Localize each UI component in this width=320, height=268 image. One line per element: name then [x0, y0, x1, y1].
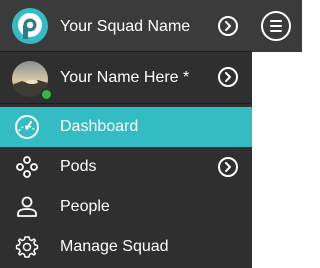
squad-switcher[interactable]: Your Squad Name: [0, 0, 252, 52]
nav-item-people[interactable]: People: [0, 187, 252, 227]
dashboard-gauge-icon: [15, 115, 39, 139]
nav-item-pods[interactable]: Pods: [0, 147, 252, 187]
nav-label-pods: Pods: [60, 158, 97, 175]
squad-logo-icon: [12, 8, 48, 44]
pods-chevron-right-icon[interactable]: [218, 157, 238, 177]
user-name: Your Name Here *: [60, 69, 190, 86]
person-icon: [17, 196, 37, 217]
user-chevron-right-icon[interactable]: [218, 67, 238, 87]
squad-chevron-right-icon[interactable]: [218, 16, 238, 36]
nav-label-dashboard: Dashboard: [60, 118, 139, 135]
pods-icon: [16, 156, 38, 178]
sidebar: Your Squad Name Your Name Here * Dashboa…: [0, 0, 252, 268]
gear-icon: [15, 236, 39, 258]
nav-item-dashboard[interactable]: Dashboard: [0, 107, 252, 147]
squad-name: Your Squad Name: [60, 18, 191, 35]
nav-item-manage-squad[interactable]: Manage Squad: [0, 227, 252, 267]
hamburger-menu-icon[interactable]: [261, 11, 291, 41]
nav-label-people: People: [60, 198, 110, 215]
nav-label-manage-squad: Manage Squad: [60, 238, 169, 255]
online-status-indicator: [40, 88, 53, 101]
